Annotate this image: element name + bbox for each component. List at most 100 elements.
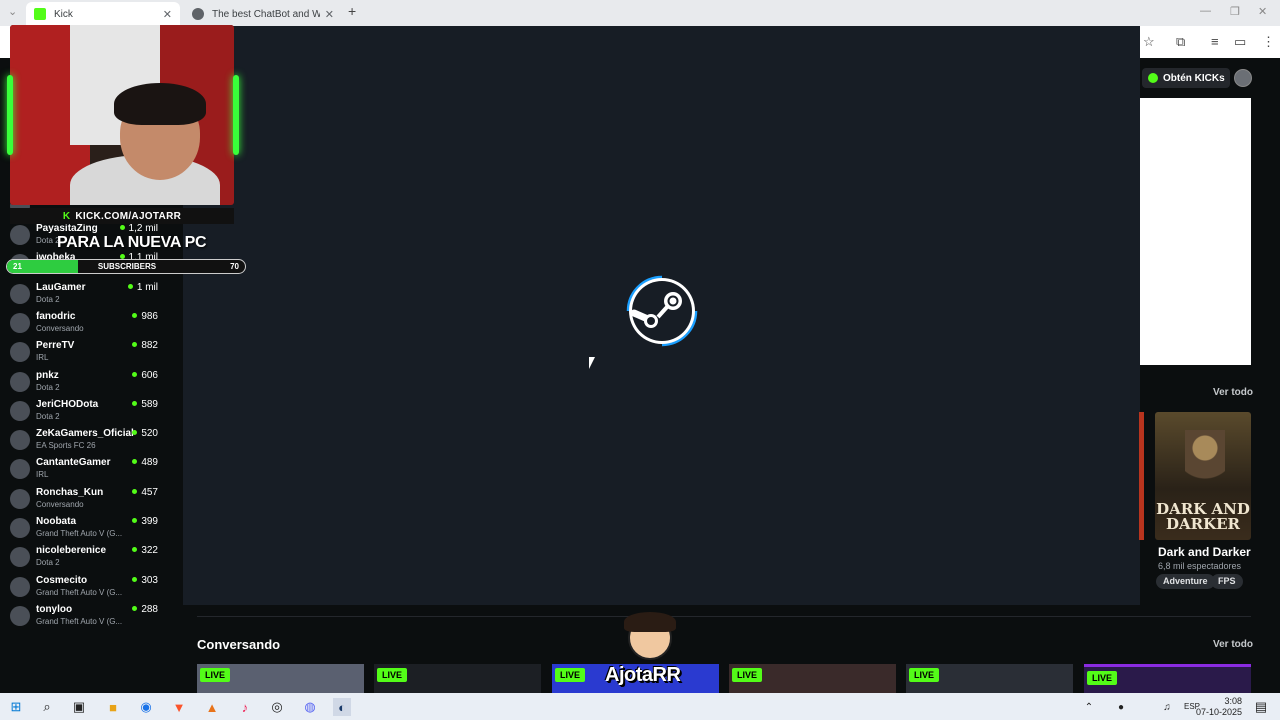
user-avatar[interactable] (1234, 69, 1252, 87)
task-view-icon[interactable]: ▣ (70, 698, 88, 716)
viewer-count: 1,2 mil (128, 223, 158, 234)
prev-game-card-edge[interactable] (1139, 412, 1144, 540)
stream-thumbnail[interactable]: LIVE (729, 664, 896, 694)
file-explorer-icon[interactable]: ■ (104, 698, 122, 716)
sidebar-channel[interactable]: PerreTV IRL 882 (10, 338, 170, 367)
microphone-icon[interactable]: ● (1112, 698, 1130, 716)
sidebar-channel[interactable]: Noobata Grand Theft Auto V (G... 399 (10, 514, 170, 543)
bookmark-star-icon[interactable]: ☆ (1143, 34, 1155, 50)
tag-adventure[interactable]: Adventure (1156, 574, 1215, 589)
channel-name: pnkz (36, 369, 59, 381)
viewer-count: 489 (141, 457, 158, 469)
stream-thumbnail[interactable]: LIVE (197, 664, 364, 694)
channel-category: EA Sports FC 26 (36, 441, 96, 451)
tab-close-icon[interactable]: ✕ (163, 8, 172, 21)
sidebar-channel[interactable]: LauGamer Dota 2 1 mil (10, 280, 170, 309)
stream-thumbnail[interactable]: LIVE (906, 664, 1073, 694)
tab-kick[interactable]: Kick ✕ (26, 2, 180, 26)
sidebar-channel[interactable]: pnkz Dota 2 606 (10, 368, 170, 397)
steam-logo-icon (626, 275, 698, 347)
live-dot-icon (132, 518, 138, 523)
channel-avatar (10, 547, 30, 568)
volume-icon[interactable]: ♫ (1158, 698, 1176, 716)
sidebar-channel[interactable]: nicoleberenice Dota 2 322 (10, 543, 170, 572)
sub-target: 70 (230, 262, 239, 271)
channel-category: IRL (36, 470, 49, 480)
chrome-icon[interactable]: ◉ (137, 698, 155, 716)
see-all-conversando-link[interactable]: Ver todo (1213, 639, 1253, 650)
channel-avatar (10, 576, 30, 597)
tab-close-icon[interactable]: ✕ (325, 8, 334, 21)
steam-taskbar-icon[interactable]: ◐ (333, 698, 351, 716)
live-dot-icon (119, 225, 125, 230)
channel-category: Dota 2 (36, 382, 60, 392)
sidebar-channel[interactable]: JeriCHODota Dota 2 589 (10, 397, 170, 426)
sub-label: SUBSCRIBERS (97, 262, 157, 271)
game-card-dark-and-darker[interactable]: DARK AND DARKER (1155, 412, 1251, 540)
reading-list-icon[interactable]: ≡ (1211, 34, 1219, 49)
channel-avatar (10, 400, 30, 421)
live-dot-icon (132, 312, 138, 318)
sidebar-channel[interactable]: ZeKaGamers_Oficial EA Sports FC 26 520 (10, 426, 170, 455)
live-badge: LIVE (1087, 671, 1118, 685)
window-close-button[interactable]: ✕ (1258, 5, 1267, 18)
viewer-count: 589 (141, 398, 158, 410)
brave-icon[interactable]: ▼ (170, 698, 188, 716)
channel-viewers: 589 (132, 399, 158, 410)
sidebar-channel[interactable]: fanodric Conversando 986 (10, 309, 170, 338)
new-tab-button[interactable]: + (348, 3, 356, 19)
ad-panel (1140, 98, 1251, 365)
tab-title: Kick (54, 8, 73, 20)
notifications-icon[interactable]: ▤ (1252, 698, 1270, 716)
channel-avatar (10, 605, 30, 626)
webcam-glow-left (7, 75, 13, 155)
restore-button[interactable]: ❐ (1230, 5, 1240, 18)
channel-avatar (10, 283, 30, 304)
live-dot-icon (132, 488, 138, 494)
sidebar-channel[interactable]: Cosmecito Grand Theft Auto V (G... 303 (10, 573, 170, 602)
search-icon[interactable]: ⌕ (38, 698, 56, 716)
sidebar-channel[interactable]: tonyloo Grand Theft Auto V (G... 288 (10, 602, 170, 631)
live-badge: LIVE (909, 668, 940, 682)
tag-fps[interactable]: FPS (1211, 574, 1243, 589)
sidebar-channel[interactable]: CantanteGamer IRL 489 (10, 455, 170, 484)
game-title[interactable]: Dark and Darker (1158, 545, 1251, 559)
live-dot-icon (132, 605, 138, 611)
channel-viewers: 1 mil (127, 282, 158, 293)
viewer-count: 322 (141, 545, 158, 557)
viewer-count: 399 (141, 516, 158, 527)
tab-chatbot[interactable]: The best ChatBot and Widgets ✕ (184, 2, 342, 26)
minimize-button[interactable]: — (1200, 5, 1211, 17)
tray-chevron-icon[interactable]: ⌃ (1080, 698, 1098, 716)
live-dot-icon (127, 283, 133, 289)
clock[interactable]: 3:08 07-10-2025 (1196, 696, 1242, 718)
channel-name: JeriCHODota (36, 398, 99, 410)
channel-viewers: 520 (132, 428, 158, 439)
live-dot-icon (132, 371, 138, 377)
channel-avatar (10, 488, 30, 509)
tab-title: The best ChatBot and Widgets (212, 8, 320, 20)
windows-start-icon[interactable]: ⊞ (7, 698, 25, 716)
discord-icon[interactable]: ◍ (301, 698, 319, 716)
live-badge: LIVE (377, 668, 408, 682)
channel-avatar (10, 371, 30, 392)
stream-thumbnail[interactable]: LIVE (1084, 664, 1251, 694)
app-icon[interactable]: ▲ (203, 698, 221, 716)
tab-list-chevron-icon[interactable]: ⌄ (8, 5, 17, 18)
sidebar-channel[interactable]: Ronchas_Kun Conversando 457 (10, 485, 170, 514)
tiktok-icon[interactable]: ♪ (236, 698, 254, 716)
live-badge: LIVE (200, 668, 231, 682)
channel-viewers: 457 (132, 487, 158, 498)
see-all-games-link[interactable]: Ver todo (1213, 387, 1253, 398)
channel-name: fanodric (36, 310, 76, 322)
webcam-overlay (10, 25, 234, 205)
obs-icon[interactable]: ◎ (268, 698, 286, 716)
profile-icon[interactable]: ▭ (1234, 34, 1246, 50)
extensions-icon[interactable]: ⧉ (1176, 34, 1185, 50)
get-kicks-button[interactable]: Obtén KICKs (1142, 68, 1230, 88)
menu-kebab-icon[interactable]: ⋮ (1262, 34, 1275, 50)
stream-thumbnail[interactable]: LIVE (374, 664, 541, 694)
channel-name: tonyloo (36, 603, 73, 615)
channel-name: Cosmecito (36, 574, 88, 586)
kick-url-text: KICK.COM/AJOTARR (75, 210, 182, 222)
